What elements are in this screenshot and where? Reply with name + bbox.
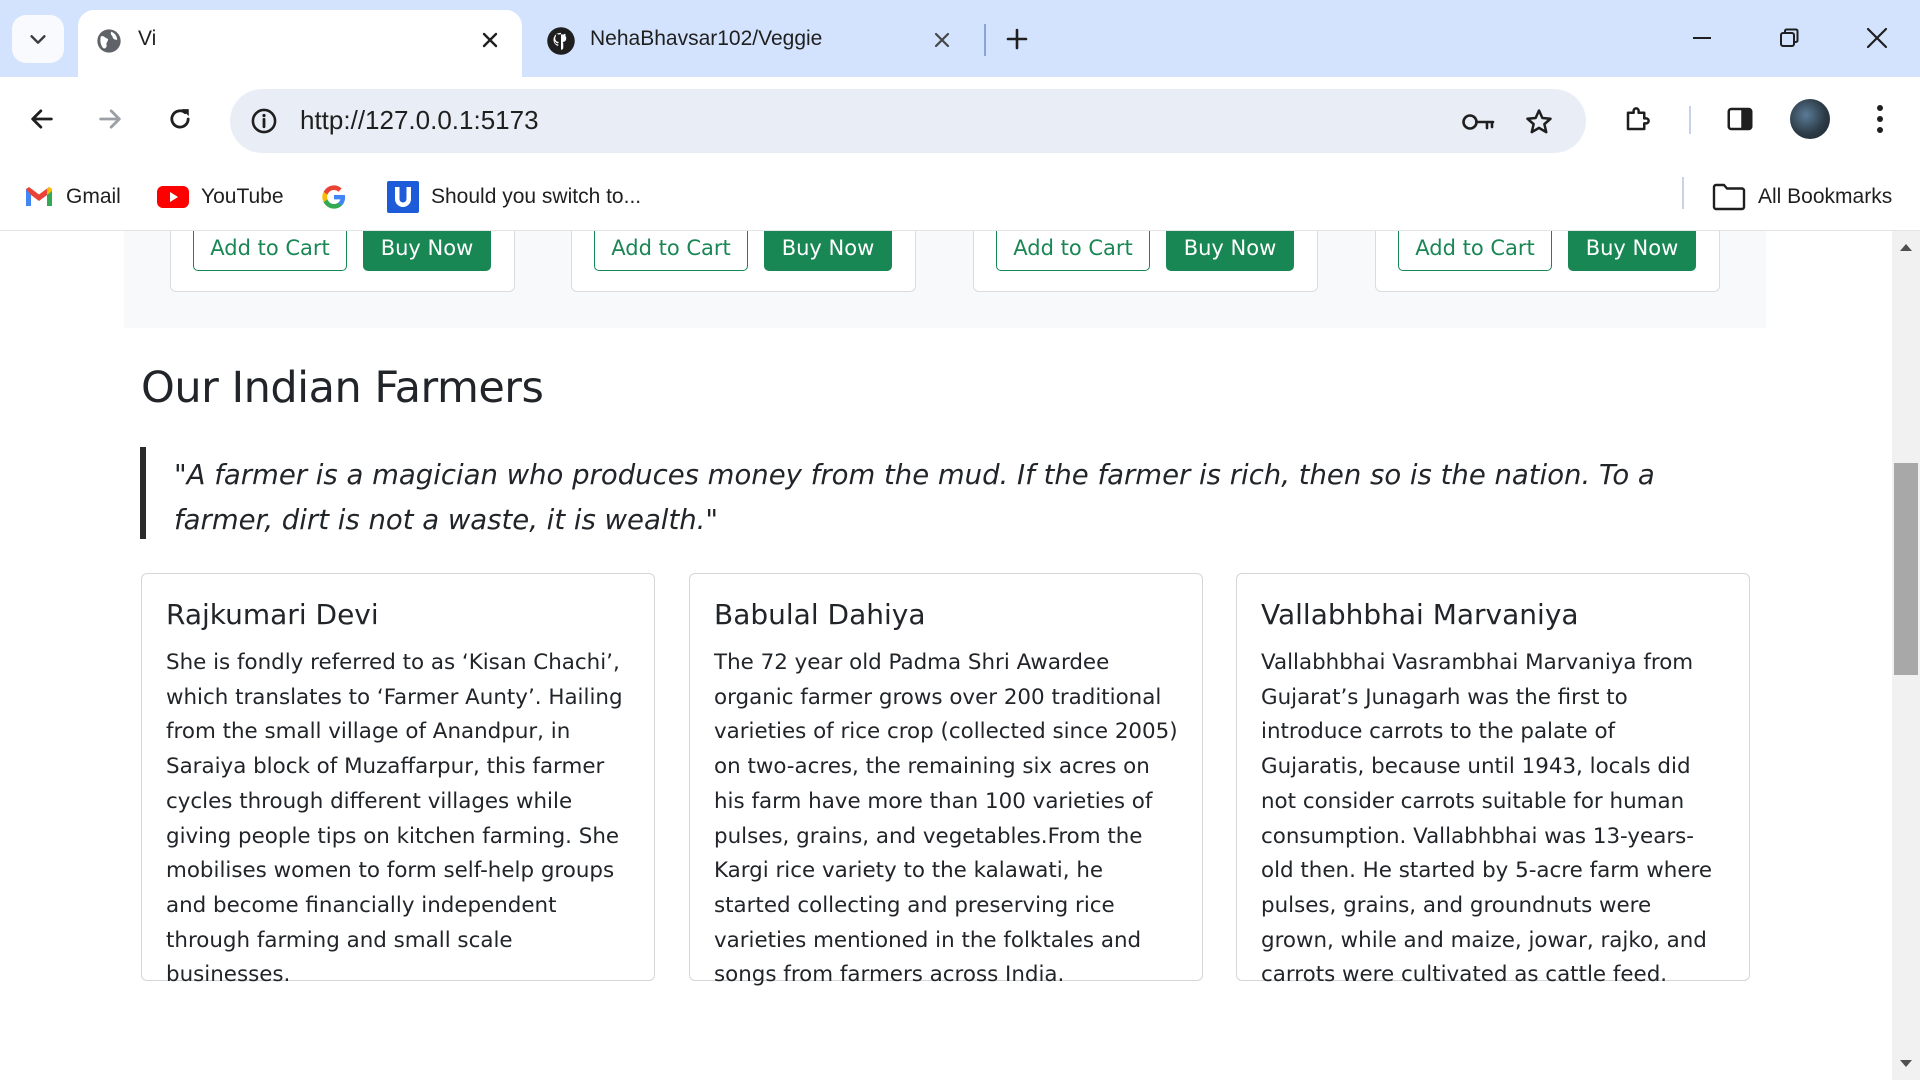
- plus-icon: [1006, 28, 1028, 50]
- buy-now-button[interactable]: Buy Now: [1568, 231, 1696, 271]
- reload-icon: [170, 109, 190, 129]
- new-tab-button[interactable]: [998, 20, 1036, 58]
- tab-title: Vi: [138, 27, 157, 50]
- address-bar[interactable]: http://127.0.0.1:5173: [230, 89, 1586, 153]
- bookmark-label: Should you switch to...: [431, 185, 642, 208]
- folder-icon: [1712, 183, 1746, 211]
- bookmark-separator: [1682, 177, 1684, 209]
- add-to-cart-button[interactable]: Add to Cart: [1398, 231, 1552, 271]
- close-window-button[interactable]: [1855, 18, 1899, 58]
- farmer-card: Babulal Dahiya The 72 year old Padma Shr…: [689, 573, 1203, 987]
- bookmark-label: YouTube: [201, 185, 284, 208]
- scroll-up-arrow-icon[interactable]: [1892, 235, 1920, 259]
- farmer-name: Babulal Dahiya: [714, 598, 926, 631]
- arrow-left-icon: [31, 109, 53, 129]
- farmer-name: Vallabhbhai Marvaniya: [1261, 598, 1579, 631]
- star-bookmark-icon[interactable]: [1518, 101, 1560, 143]
- password-key-icon[interactable]: [1458, 101, 1500, 143]
- close-icon: [1866, 27, 1888, 49]
- minimize-icon: [1693, 37, 1711, 39]
- forward-button[interactable]: [86, 95, 134, 143]
- back-button[interactable]: [18, 95, 66, 143]
- arrow-right-icon: [99, 109, 121, 129]
- tab-title: NehaBhavsar102/Veggie: [590, 27, 823, 50]
- bookmark-google[interactable]: [320, 179, 348, 215]
- farmer-description: She is fondly referred to as ‘Kisan Chac…: [166, 650, 623, 988]
- product-card: Add to Cart Buy Now: [973, 231, 1318, 292]
- tab-search-button[interactable]: [12, 15, 64, 63]
- url-text[interactable]: http://127.0.0.1:5173: [300, 105, 539, 136]
- minimize-button[interactable]: [1680, 18, 1724, 58]
- side-panel-button[interactable]: [1716, 95, 1764, 143]
- close-tab-icon[interactable]: [926, 24, 958, 56]
- bookmark-label: Gmail: [66, 185, 121, 208]
- products-section: Add to Cart Buy Now Add to Cart Buy Now …: [124, 231, 1766, 328]
- farmer-card: Vallabhbhai Marvaniya Vallabhbhai Vasram…: [1236, 573, 1750, 987]
- menu-button[interactable]: [1856, 95, 1904, 143]
- tab-github[interactable]: NehaBhavsar102/Veggie: [530, 10, 974, 77]
- farmer-description: Vallabhbhai Vasrambhai Marvaniya from Gu…: [1261, 650, 1712, 988]
- github-icon: [546, 26, 576, 56]
- add-to-cart-button[interactable]: Add to Cart: [594, 231, 748, 271]
- gmail-icon: [26, 187, 52, 206]
- bookmark-udemy[interactable]: Should you switch to...: [387, 179, 641, 215]
- bookmark-gmail[interactable]: Gmail: [24, 179, 121, 215]
- buy-now-button[interactable]: Buy Now: [1166, 231, 1294, 271]
- product-card: Add to Cart Buy Now: [1375, 231, 1720, 292]
- toolbar-separator: [1689, 106, 1691, 134]
- browser-toolbar: http://127.0.0.1:5173: [0, 77, 1920, 163]
- buy-now-button[interactable]: Buy Now: [764, 231, 892, 271]
- puzzle-icon: [1626, 107, 1650, 131]
- product-card: Add to Cart Buy Now: [170, 231, 515, 292]
- side-panel-icon: [1727, 107, 1753, 131]
- product-card: Add to Cart Buy Now: [571, 231, 916, 292]
- restore-icon: [1780, 28, 1799, 47]
- bookmark-youtube[interactable]: YouTube: [157, 179, 284, 215]
- tab-strip: Vi NehaBhavsar102/Veggie: [0, 0, 1920, 77]
- restore-button[interactable]: [1767, 18, 1811, 58]
- extensions-button[interactable]: [1614, 95, 1662, 143]
- page-scrollbar[interactable]: [1892, 231, 1920, 1080]
- section-title: Our Indian Farmers: [141, 363, 544, 413]
- profile-button[interactable]: [1786, 95, 1834, 143]
- chevron-down-icon: [30, 35, 46, 44]
- add-to-cart-button[interactable]: Add to Cart: [193, 231, 347, 271]
- scroll-down-arrow-icon[interactable]: [1892, 1052, 1920, 1076]
- avatar: [1790, 99, 1830, 139]
- youtube-icon: [157, 186, 189, 208]
- all-bookmarks-button[interactable]: All Bookmarks: [1712, 179, 1892, 215]
- farmer-description: The 72 year old Padma Shri Awardee organ…: [714, 650, 1178, 988]
- bookmark-label: All Bookmarks: [1758, 185, 1893, 208]
- add-to-cart-button[interactable]: Add to Cart: [996, 231, 1150, 271]
- globe-icon: [94, 26, 124, 56]
- scrollbar-thumb[interactable]: [1894, 463, 1918, 675]
- buy-now-button[interactable]: Buy Now: [363, 231, 491, 271]
- kebab-menu-icon: [1877, 105, 1883, 133]
- site-info-icon[interactable]: [248, 105, 280, 137]
- page-viewport: Add to Cart Buy Now Add to Cart Buy Now …: [0, 231, 1892, 1080]
- google-icon: [322, 185, 346, 209]
- farmer-quote: "A farmer is a magician who produces mon…: [140, 447, 1760, 539]
- tab-separator: [984, 24, 986, 56]
- bookmarks-bar: Gmail YouTube Should you switch to... Al…: [0, 163, 1920, 231]
- close-tab-icon[interactable]: [474, 24, 506, 56]
- farmer-card: Rajkumari Devi She is fondly referred to…: [141, 573, 655, 987]
- tab-active[interactable]: Vi: [78, 10, 522, 77]
- farmer-name: Rajkumari Devi: [166, 598, 379, 631]
- reload-button[interactable]: [156, 95, 204, 143]
- udemy-icon: [387, 181, 419, 213]
